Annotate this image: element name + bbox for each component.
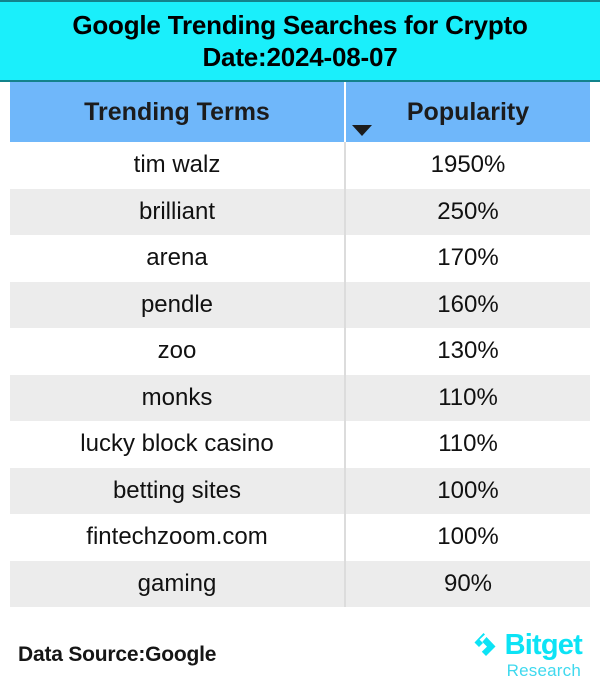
cell-term: gaming <box>10 560 346 607</box>
cell-term: betting sites <box>10 467 346 514</box>
cell-popularity: 250% <box>345 188 590 235</box>
table-header: Trending Terms Popularity <box>10 82 590 142</box>
cell-popularity: 100% <box>345 467 590 514</box>
brand-top-row: Bitget <box>473 628 583 661</box>
cell-term: fintechzoom.com <box>10 514 346 561</box>
cell-popularity: 1950% <box>345 142 590 189</box>
brand-block: Bitget Research <box>473 628 583 680</box>
column-header-popularity-label: Popularity <box>406 97 530 126</box>
cell-popularity: 110% <box>345 374 590 421</box>
brand-subtitle: Research <box>506 660 581 680</box>
column-header-trending-terms[interactable]: Trending Terms <box>10 82 346 142</box>
table-row: gaming 90% <box>10 560 590 607</box>
page-title: Google Trending Searches for Crypto <box>72 10 528 40</box>
cell-popularity: 170% <box>345 235 590 282</box>
cell-term: monks <box>10 374 346 421</box>
cell-term: lucky block casino <box>10 421 346 468</box>
cell-term: pendle <box>10 281 346 328</box>
cell-popularity: 90% <box>345 560 590 607</box>
trending-terms-table: Trending Terms Popularity tim walz 1950%… <box>10 82 590 607</box>
column-header-popularity[interactable]: Popularity <box>345 82 590 142</box>
bitget-chevron-logo-icon <box>474 633 496 656</box>
title-banner: Google Trending Searches for Crypto Date… <box>0 0 600 82</box>
trending-searches-card: Google Trending Searches for Crypto Date… <box>0 0 600 689</box>
table-header-row: Trending Terms Popularity <box>10 82 590 142</box>
table-row: pendle 160% <box>10 281 590 328</box>
table-row: tim walz 1950% <box>10 142 590 189</box>
page-date: Date:2024-08-07 <box>202 42 398 72</box>
cell-term: arena <box>10 235 346 282</box>
data-source-label: Data Source:Google <box>18 642 217 666</box>
table-row: zoo 130% <box>10 328 590 375</box>
table-container: Trending Terms Popularity tim walz 1950%… <box>0 82 600 607</box>
cell-popularity: 110% <box>345 421 590 468</box>
table-body: tim walz 1950% brilliant 250% arena 170%… <box>10 142 590 607</box>
column-header-trending-terms-label: Trending Terms <box>84 97 270 126</box>
table-row: brilliant 250% <box>10 188 590 235</box>
table-row: lucky block casino 110% <box>10 421 590 468</box>
table-row: monks 110% <box>10 374 590 421</box>
cell-popularity: 160% <box>345 281 590 328</box>
table-row: fintechzoom.com 100% <box>10 514 590 561</box>
cell-term: zoo <box>10 328 346 375</box>
table-row: betting sites 100% <box>10 467 590 514</box>
cell-popularity: 130% <box>345 328 590 375</box>
brand-name: Bitget <box>504 628 583 661</box>
cell-term: brilliant <box>10 188 346 235</box>
table-row: arena 170% <box>10 235 590 282</box>
cell-popularity: 100% <box>345 514 590 561</box>
sort-descending-arrow-icon[interactable] <box>352 125 372 136</box>
cell-term: tim walz <box>10 142 346 189</box>
footer: Data Source:Google Bitget Research <box>0 620 600 689</box>
